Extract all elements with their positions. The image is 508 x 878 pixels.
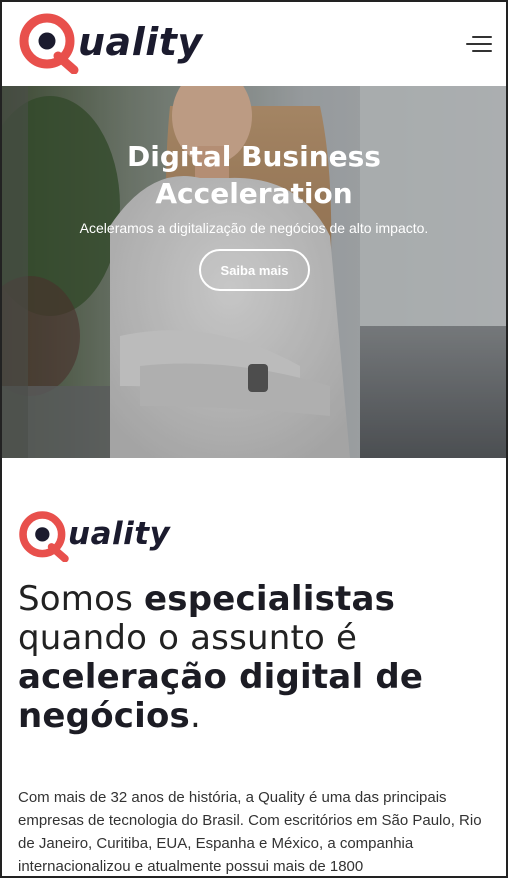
headline-bold-2: aceleração digital de negócios	[18, 657, 424, 736]
site-header: uality	[0, 0, 508, 86]
hero-title: Digital Business Acceleration	[0, 138, 508, 212]
logo-q-mark	[19, 511, 69, 562]
about-section: uality Somos especialistas quando o assu…	[0, 458, 508, 878]
saiba-mais-button[interactable]: Saiba mais	[199, 249, 310, 291]
headline-text-1: Somos	[18, 579, 145, 619]
about-headline: Somos especialistas quando o assunto é a…	[18, 580, 488, 736]
hero-title-line1: Digital Business	[127, 140, 381, 173]
headline-text-2: quando o assunto é	[18, 618, 358, 658]
headline-bold-1: especialistas	[144, 579, 396, 619]
about-brand-logo: uality	[18, 510, 170, 562]
brand-logo[interactable]: uality	[18, 12, 203, 74]
hero-banner: Digital Business Acceleration Aceleramos…	[0, 86, 508, 458]
logo-wordmark: uality	[68, 516, 171, 552]
logo-wordmark: uality	[78, 20, 203, 64]
headline-period: .	[189, 696, 201, 736]
hero-title-line2: Acceleration	[155, 177, 353, 210]
hero-subtitle: Aceleramos a digitalização de negócios d…	[79, 220, 429, 236]
logo-q-mark	[19, 13, 79, 74]
about-paragraph: Com mais de 32 anos de história, a Quali…	[18, 789, 482, 875]
hamburger-menu-icon[interactable]	[466, 34, 492, 54]
